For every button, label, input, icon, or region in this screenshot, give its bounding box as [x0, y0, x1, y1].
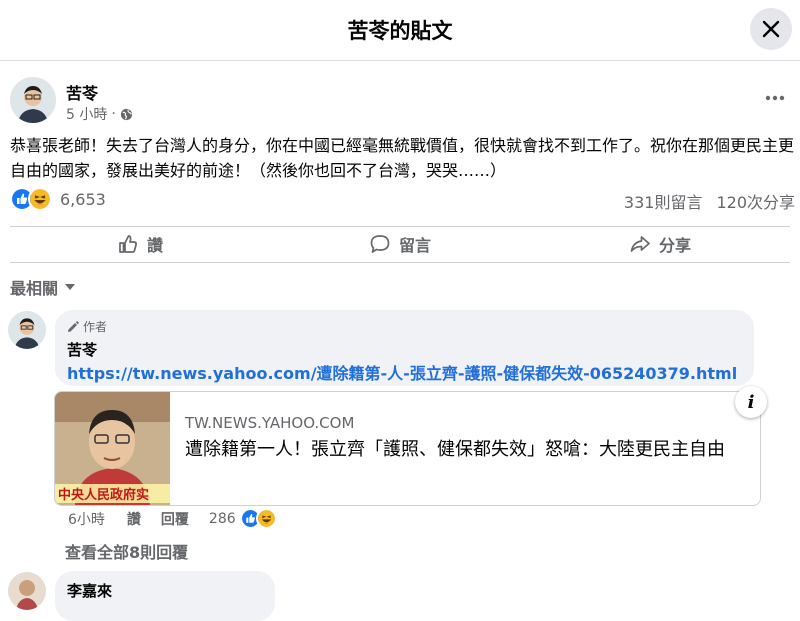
comment-author[interactable]: 苦苓 — [67, 339, 97, 360]
divider — [10, 226, 790, 227]
author-badge-label: 作者 — [83, 320, 108, 334]
comment-time[interactable]: 6小時 — [68, 509, 105, 529]
pencil-icon — [68, 320, 79, 332]
more-options-button[interactable] — [760, 86, 790, 110]
post-meta: 5 小時 · — [66, 104, 133, 124]
dialog-title: 苦苓的貼文 — [347, 19, 453, 43]
comment-button[interactable]: 留言 — [270, 229, 530, 259]
comment-reply-button[interactable]: 回覆 — [161, 509, 189, 529]
post-action-bar: 讚 留言 分享 — [10, 229, 790, 259]
caret-down-icon — [65, 284, 76, 290]
reaction-summary[interactable]: 6,653 — [10, 187, 106, 211]
meta-separator: · — [111, 106, 116, 122]
dialog-header: 苦苓的貼文 — [0, 0, 800, 61]
like-label: 讚 — [146, 236, 163, 255]
thumbnail-caption: 中央人民政府实 — [58, 487, 149, 503]
comment-sort-dropdown[interactable]: 最相關 — [10, 275, 76, 299]
post-text: 恭喜張老師！失去了台灣人的身分，你在中國已經毫無統戰價值，很快就會找不到工作了。… — [10, 136, 795, 180]
svg-text:i: i — [748, 392, 755, 413]
view-all-replies-link[interactable]: 查看全部8則回覆 — [65, 539, 188, 563]
sort-label: 最相關 — [10, 279, 59, 298]
comment-label: 留言 — [398, 236, 431, 255]
link-preview-headline[interactable]: 遭除籍第一人！張立齊「護照、健保都失效」怒嗆：大陸更民主自由 — [185, 436, 745, 463]
comment-author[interactable]: 李嘉來 — [67, 580, 112, 601]
link-preview-domain: TW.NEWS.YAHOO.COM — [185, 414, 355, 432]
globe-icon — [120, 108, 132, 120]
comment-reaction-count[interactable]: 286 — [209, 511, 236, 527]
share-button[interactable]: 分享 — [530, 229, 790, 259]
comment-icon — [370, 235, 390, 253]
post-time[interactable]: 5 小時 — [66, 104, 107, 124]
comment-reactions[interactable] — [239, 508, 277, 529]
comments-count[interactable]: 331則留言 — [624, 189, 703, 213]
author-badge: 作者 — [67, 318, 107, 335]
avatar[interactable] — [10, 77, 56, 123]
divider — [10, 262, 790, 263]
close-icon — [762, 20, 780, 38]
comment-like-button[interactable]: 讚 — [127, 509, 141, 529]
thumbs-up-icon — [119, 235, 137, 253]
more-icon — [765, 95, 785, 101]
engagement-counts: 331則留言 120次分享 — [624, 189, 795, 213]
reaction-count[interactable]: 6,653 — [60, 190, 106, 209]
shares-count[interactable]: 120次分享 — [716, 189, 795, 213]
haha-reaction-icon — [255, 508, 277, 529]
like-button[interactable]: 讚 — [10, 229, 270, 259]
close-button[interactable] — [750, 8, 792, 50]
comment-link[interactable]: https://tw.news.yahoo.com/遭除籍第-人-張立齊-護照-… — [67, 360, 737, 384]
share-icon — [630, 236, 650, 252]
post-author[interactable]: 苦苓 — [66, 80, 98, 104]
share-label: 分享 — [658, 236, 691, 255]
link-preview-card[interactable]: 中央人民政府实 TW.NEWS.YAHOO.COM 遭除籍第一人！張立齊「護照、… — [54, 391, 761, 506]
info-icon: i — [748, 392, 755, 413]
link-preview-thumbnail: 中央人民政府实 — [55, 392, 170, 505]
haha-reaction-icon — [28, 187, 52, 211]
comment-avatar[interactable] — [8, 572, 46, 610]
info-button[interactable]: i — [735, 386, 767, 418]
comment-actions: 6小時 讚 回覆 286 — [68, 508, 297, 529]
comment-avatar[interactable] — [8, 311, 46, 349]
